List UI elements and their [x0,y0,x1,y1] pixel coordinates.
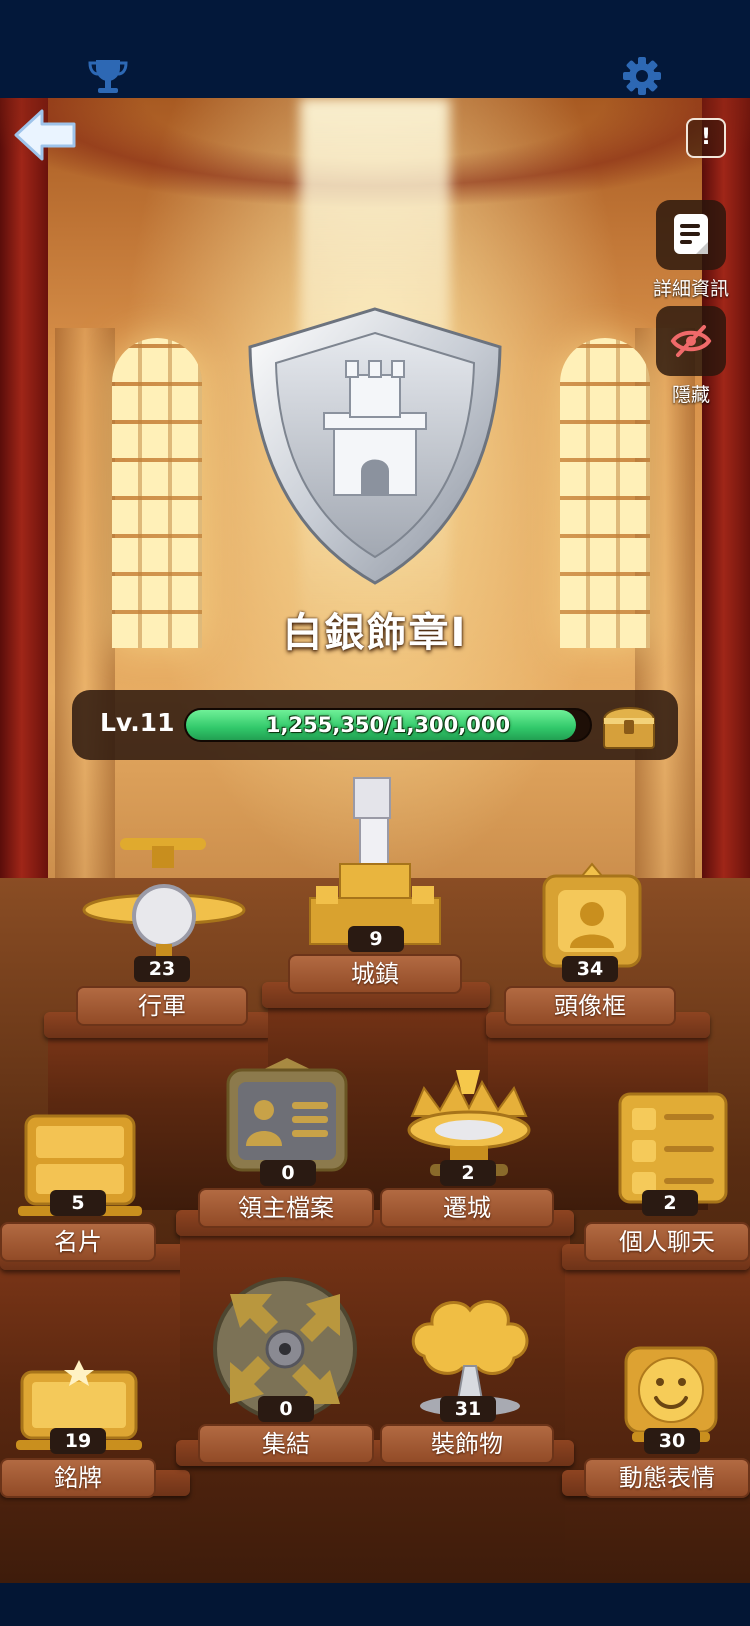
item-label: 名片 [0,1222,156,1262]
alert-button[interactable]: ! [686,118,726,158]
progress-text: 1,255,350/1,300,000 [265,713,511,737]
item-count: 2 [440,1160,496,1186]
item-count: 0 [258,1396,314,1422]
item-count: 0 [260,1160,316,1186]
details-label: 詳細資訊 [652,278,729,300]
eye-off-icon [670,325,712,357]
treasure-chest-icon[interactable] [600,698,658,752]
item-label: 遷城 [380,1188,554,1228]
progress-bar: 1,255,350/1,300,000 [184,708,592,742]
top-bar [0,0,750,98]
curtain-left [0,98,48,928]
item-count: 2 [642,1190,698,1216]
badge-title: 白銀飾章I [282,610,468,656]
item-label: 銘牌 [0,1458,156,1498]
item-label: 行軍 [76,986,248,1026]
item-label: 動態表情 [584,1458,750,1498]
details-button[interactable] [656,200,726,270]
gear-icon[interactable] [620,54,664,98]
item-count: 34 [562,956,618,982]
document-icon [674,214,708,254]
level-panel: Lv.11 1,255,350/1,300,000 [72,690,678,760]
back-arrow-icon[interactable] [10,105,80,165]
item-label: 個人聊天 [584,1222,750,1262]
item-count: 30 [644,1428,700,1454]
item-label: 裝飾物 [380,1424,554,1464]
item-count: 23 [134,956,190,982]
item-count: 9 [348,926,404,952]
trophy-icon[interactable] [86,54,130,98]
item-count: 31 [440,1396,496,1422]
item-label: 頭像框 [504,986,676,1026]
hide-label: 隱藏 [671,384,710,406]
item-count: 19 [50,1428,106,1454]
bottom-bar [0,1583,750,1626]
item-count: 5 [50,1190,106,1216]
silver-castle-shield-icon [248,307,502,585]
hide-button[interactable] [656,306,726,376]
level-label: Lv.11 [100,708,175,737]
item-label: 領主檔案 [198,1188,374,1228]
item-label: 城鎮 [288,954,462,994]
item-label: 集結 [198,1424,374,1464]
